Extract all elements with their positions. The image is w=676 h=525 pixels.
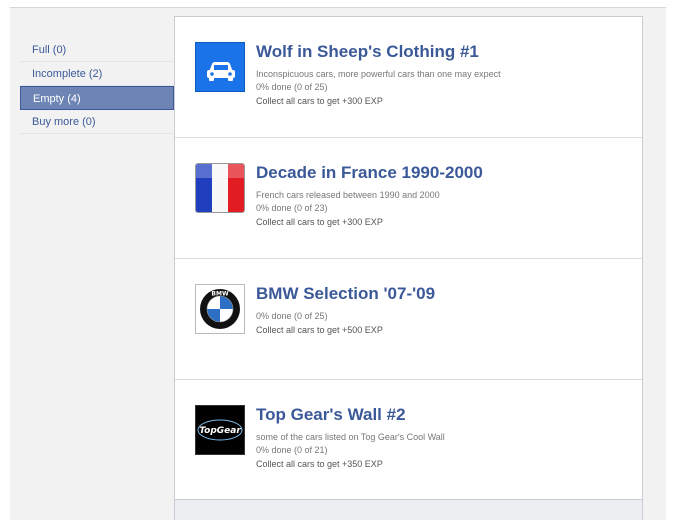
collection-reward: Collect all cars to get +300 EXP bbox=[256, 96, 383, 106]
collection-reward: Collect all cars to get +500 EXP bbox=[256, 325, 383, 335]
bmw-logo-icon[interactable]: BMW bbox=[195, 284, 245, 334]
collection-card[interactable]: TopGear Top Gear's Wall #2 some of the c… bbox=[175, 380, 642, 501]
collection-title[interactable]: Top Gear's Wall #2 bbox=[256, 405, 406, 425]
collection-progress: 0% done (0 of 21) bbox=[256, 445, 328, 455]
collection-progress: 0% done (0 of 25) bbox=[256, 82, 328, 92]
collection-title[interactable]: Decade in France 1990-2000 bbox=[256, 163, 483, 183]
sidebar-item-label: Buy more (0) bbox=[32, 116, 96, 128]
collection-card[interactable]: BMW BMW Selection '07-'09 0% done (0 of … bbox=[175, 259, 642, 380]
collection-description: French cars released between 1990 and 20… bbox=[256, 190, 440, 200]
bmw-logo-text: BMW bbox=[211, 291, 229, 298]
sidebar-item-empty[interactable]: Empty (4) bbox=[20, 86, 174, 110]
collection-reward: Collect all cars to get +300 EXP bbox=[256, 217, 383, 227]
collection-description: Inconspicuous cars, more powerful cars t… bbox=[256, 69, 501, 79]
filter-sidebar: Full (0) Incomplete (2) Empty (4) Buy mo… bbox=[20, 38, 174, 134]
sidebar-item-incomplete[interactable]: Incomplete (2) bbox=[20, 62, 174, 86]
collection-title[interactable]: BMW Selection '07-'09 bbox=[256, 284, 435, 304]
collection-title[interactable]: Wolf in Sheep's Clothing #1 bbox=[256, 42, 479, 62]
car-icon[interactable] bbox=[195, 42, 245, 92]
sidebar-item-full[interactable]: Full (0) bbox=[20, 38, 174, 62]
collection-card[interactable]: Wolf in Sheep's Clothing #1 Inconspicuou… bbox=[175, 17, 642, 138]
collection-progress: 0% done (0 of 25) bbox=[256, 311, 328, 321]
collection-description: some of the cars listed on Tog Gear's Co… bbox=[256, 432, 445, 442]
top-gear-logo-icon[interactable]: TopGear bbox=[195, 405, 245, 455]
collection-progress: 0% done (0 of 23) bbox=[256, 203, 328, 213]
sidebar-item-buy-more[interactable]: Buy more (0) bbox=[20, 110, 174, 134]
top-gear-logo-text: TopGear bbox=[199, 426, 241, 436]
list-footer bbox=[174, 500, 643, 520]
collection-card[interactable]: Decade in France 1990-2000 French cars r… bbox=[175, 138, 642, 259]
sidebar-item-label: Empty (4) bbox=[33, 93, 81, 105]
collection-list: Wolf in Sheep's Clothing #1 Inconspicuou… bbox=[174, 16, 643, 500]
french-flag-icon[interactable] bbox=[195, 163, 245, 213]
sidebar-item-label: Full (0) bbox=[32, 44, 67, 56]
sidebar-item-label: Incomplete (2) bbox=[32, 68, 103, 80]
collection-reward: Collect all cars to get +350 EXP bbox=[256, 459, 383, 469]
